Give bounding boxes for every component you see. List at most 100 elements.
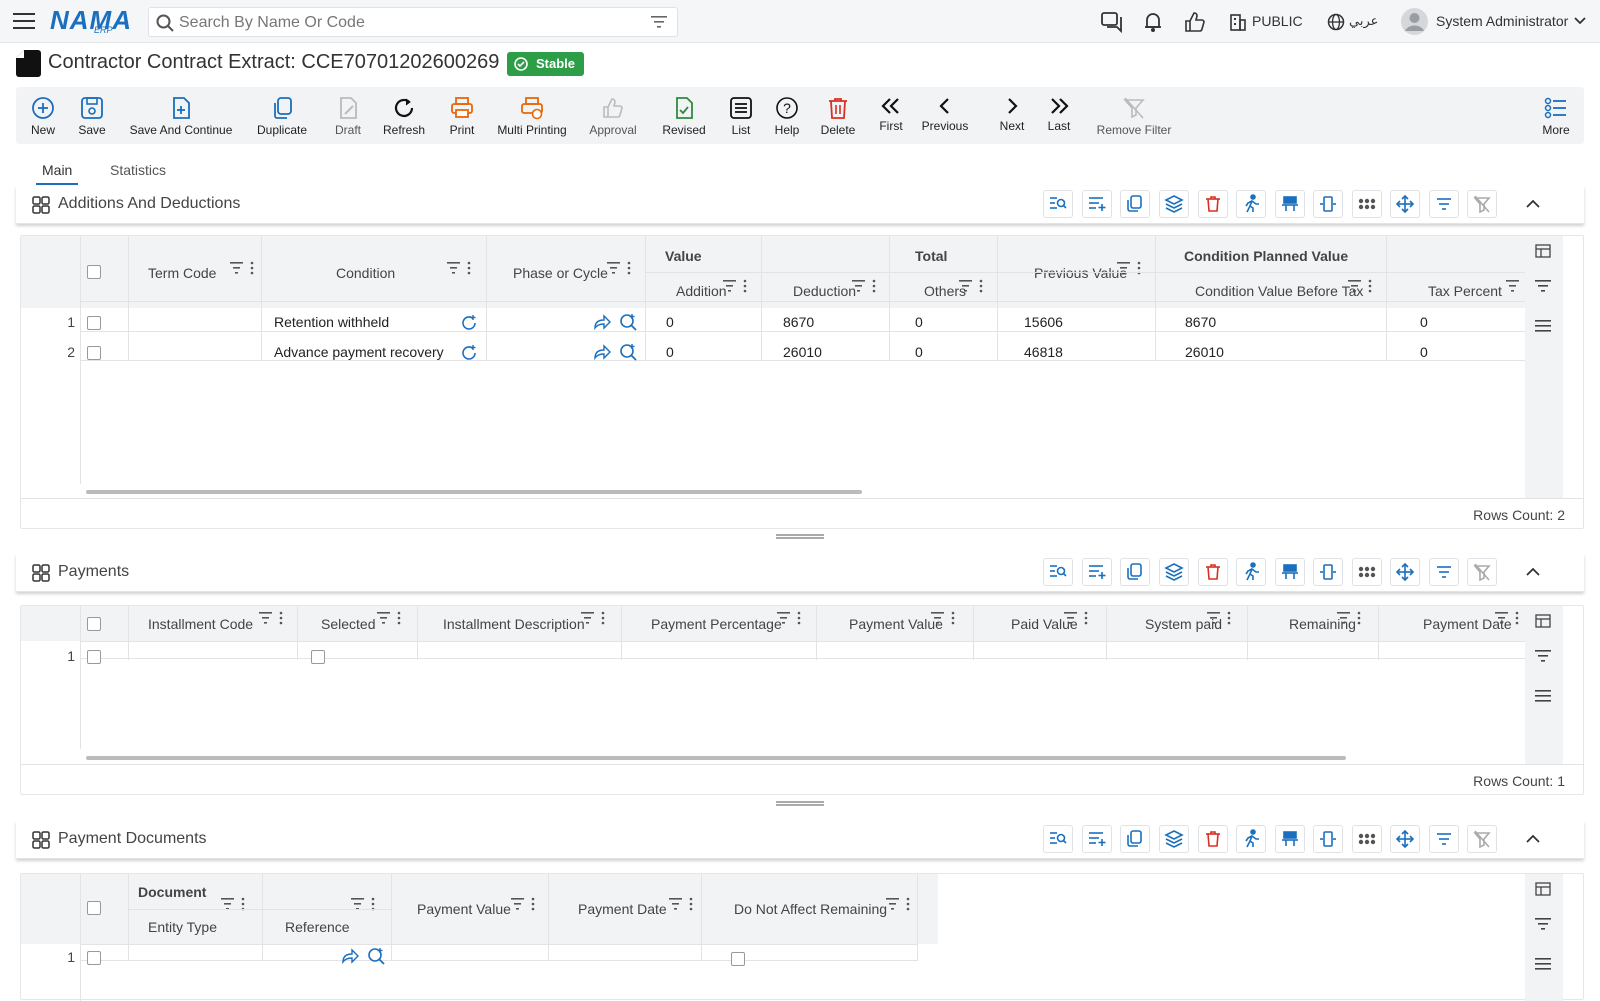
lookup-refresh-icon[interactable] bbox=[460, 344, 478, 362]
avatar[interactable] bbox=[1401, 8, 1428, 35]
selected-checkbox[interactable] bbox=[311, 650, 325, 664]
grid-menu-icon[interactable] bbox=[1535, 958, 1551, 970]
previous-value-cell[interactable]: 46818 bbox=[1024, 344, 1063, 360]
select-all-checkbox[interactable] bbox=[87, 901, 101, 915]
column-header[interactable]: Payment Value bbox=[849, 616, 943, 632]
tab-main[interactable]: Main bbox=[42, 162, 72, 178]
section-action-button[interactable] bbox=[1390, 190, 1420, 218]
column-filter-icon[interactable] bbox=[377, 611, 403, 625]
section-action-button[interactable] bbox=[1082, 190, 1112, 218]
column-header[interactable]: Addition bbox=[676, 283, 727, 299]
column-header[interactable]: Condition Value Before Tax bbox=[1195, 283, 1363, 299]
column-header[interactable]: Tax Percent bbox=[1428, 283, 1502, 299]
column-filter-icon[interactable] bbox=[607, 261, 633, 275]
section-action-button[interactable] bbox=[1198, 558, 1228, 586]
section-action-button[interactable] bbox=[1467, 825, 1497, 853]
column-header[interactable]: Entity Type bbox=[148, 919, 217, 935]
before-tax-cell[interactable]: 8670 bbox=[1185, 314, 1216, 330]
next-button[interactable]: Next bbox=[997, 87, 1027, 144]
section-action-button[interactable] bbox=[1043, 558, 1073, 586]
section-action-button[interactable] bbox=[1275, 825, 1305, 853]
section-action-button[interactable] bbox=[1082, 558, 1112, 586]
save-and-continue-button[interactable]: Save And Continue bbox=[128, 87, 234, 144]
section-action-button[interactable] bbox=[1467, 558, 1497, 586]
previous-button[interactable]: Previous bbox=[920, 87, 970, 144]
draft-button[interactable]: Draft bbox=[330, 87, 366, 144]
revised-button[interactable]: Revised bbox=[658, 87, 710, 144]
tax-percent-cell[interactable]: 0 bbox=[1420, 344, 1428, 360]
column-filter-icon[interactable] bbox=[1064, 611, 1090, 625]
section-action-button[interactable] bbox=[1352, 190, 1382, 218]
collapse-icon[interactable] bbox=[1526, 199, 1540, 209]
column-header[interactable]: Term Code bbox=[148, 265, 216, 281]
column-header[interactable]: Reference bbox=[285, 919, 350, 935]
tax-percent-cell[interactable]: 0 bbox=[1420, 314, 1428, 330]
collapse-icon[interactable] bbox=[1526, 567, 1540, 577]
row-checkbox[interactable] bbox=[87, 346, 101, 360]
grid-menu-icon[interactable] bbox=[1535, 320, 1551, 332]
save-button[interactable]: Save bbox=[74, 87, 110, 144]
column-filter-icon[interactable] bbox=[959, 279, 985, 293]
column-header[interactable]: Selected bbox=[321, 616, 375, 632]
column-header[interactable]: Payment Percentage bbox=[651, 616, 782, 632]
chat-icon[interactable] bbox=[1101, 11, 1123, 33]
grid-filter-icon[interactable] bbox=[1535, 650, 1551, 662]
table-settings-icon[interactable] bbox=[1535, 244, 1551, 258]
previous-value-cell[interactable]: 15606 bbox=[1024, 314, 1063, 330]
app-logo[interactable]: NAMA bbox=[50, 5, 132, 36]
multi-printing-button[interactable]: Multi Printing bbox=[496, 87, 568, 144]
section-action-button[interactable] bbox=[1429, 190, 1459, 218]
print-button[interactable]: Print bbox=[442, 87, 482, 144]
approval-button[interactable]: Approval bbox=[588, 87, 638, 144]
section-action-button[interactable] bbox=[1043, 190, 1073, 218]
before-tax-cell[interactable]: 26010 bbox=[1185, 344, 1224, 360]
section-action-button[interactable] bbox=[1159, 558, 1189, 586]
column-header[interactable]: Phase or Cycle bbox=[513, 265, 608, 281]
section-action-button[interactable] bbox=[1236, 190, 1266, 218]
bell-icon[interactable] bbox=[1143, 11, 1163, 33]
column-filter-icon[interactable] bbox=[1207, 611, 1233, 625]
section-action-button[interactable] bbox=[1198, 825, 1228, 853]
remove-filter-button[interactable]: Remove Filter bbox=[1094, 87, 1174, 144]
search-plus-icon[interactable] bbox=[619, 343, 637, 361]
section-action-button[interactable] bbox=[1429, 825, 1459, 853]
help-button[interactable]: ? Help bbox=[772, 87, 802, 144]
column-header[interactable]: Installment Code bbox=[148, 616, 253, 632]
section-action-button[interactable] bbox=[1313, 825, 1343, 853]
horizontal-scrollbar[interactable] bbox=[86, 490, 862, 494]
section-action-button[interactable] bbox=[1120, 190, 1150, 218]
column-filter-icon[interactable] bbox=[852, 279, 878, 293]
more-button[interactable]: More bbox=[1538, 87, 1574, 144]
section-action-button[interactable] bbox=[1120, 825, 1150, 853]
column-filter-icon[interactable] bbox=[723, 279, 749, 293]
collapse-icon[interactable] bbox=[1526, 834, 1540, 844]
public-label[interactable]: PUBLIC bbox=[1252, 13, 1303, 29]
column-filter-icon[interactable] bbox=[1337, 611, 1363, 625]
search-plus-icon[interactable] bbox=[367, 947, 385, 965]
column-filter-icon[interactable] bbox=[230, 261, 256, 275]
section-action-button[interactable] bbox=[1275, 558, 1305, 586]
delete-button[interactable]: Delete bbox=[819, 87, 857, 144]
column-filter-icon[interactable] bbox=[581, 611, 607, 625]
share-arrow-icon[interactable] bbox=[593, 344, 611, 360]
tab-statistics[interactable]: Statistics bbox=[110, 162, 166, 178]
column-header[interactable]: Deduction bbox=[793, 283, 856, 299]
column-filter-icon[interactable] bbox=[447, 261, 473, 275]
section-action-button[interactable] bbox=[1313, 190, 1343, 218]
section-action-button[interactable] bbox=[1313, 558, 1343, 586]
thumbs-up-icon[interactable] bbox=[1184, 11, 1206, 33]
first-button[interactable]: First bbox=[876, 87, 906, 144]
section-action-button[interactable] bbox=[1429, 558, 1459, 586]
section-action-button[interactable] bbox=[1390, 825, 1420, 853]
new-button[interactable]: New bbox=[25, 87, 61, 144]
table-settings-icon[interactable] bbox=[1535, 614, 1551, 628]
duplicate-button[interactable]: Duplicate bbox=[254, 87, 310, 144]
row-checkbox[interactable] bbox=[87, 316, 101, 330]
resize-handle[interactable] bbox=[776, 534, 824, 539]
section-action-button[interactable] bbox=[1120, 558, 1150, 586]
share-arrow-icon[interactable] bbox=[341, 948, 359, 964]
column-header[interactable]: Condition bbox=[336, 265, 395, 281]
others-cell[interactable]: 0 bbox=[915, 314, 923, 330]
section-action-button[interactable] bbox=[1352, 825, 1382, 853]
do-not-affect-remaining-checkbox[interactable] bbox=[731, 952, 745, 966]
